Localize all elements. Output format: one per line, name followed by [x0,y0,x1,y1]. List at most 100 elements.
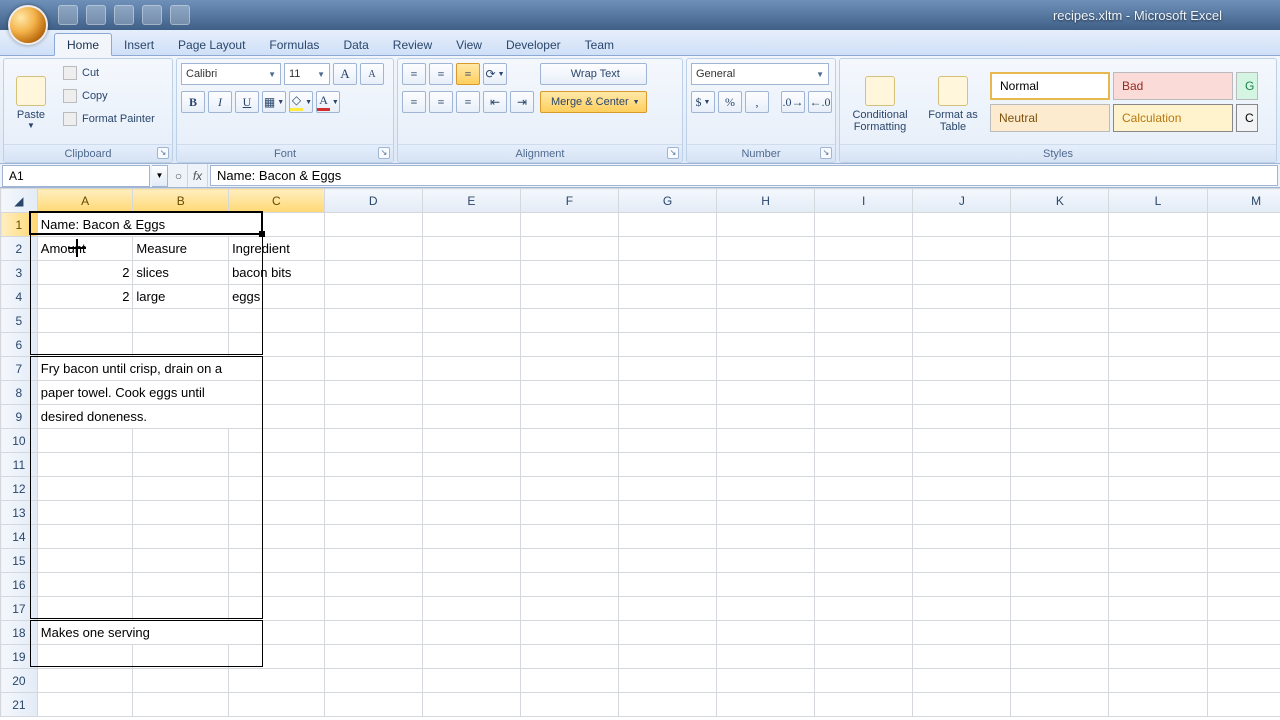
cell-L11[interactable] [1109,453,1207,477]
row-header-16[interactable]: 16 [1,573,38,597]
cell-I16[interactable] [815,573,913,597]
clipboard-launcher[interactable]: ↘ [157,147,169,159]
cell-J13[interactable] [913,501,1011,525]
cell-F5[interactable] [520,309,618,333]
cell-H2[interactable] [717,237,815,261]
cell-K19[interactable] [1011,645,1109,669]
cell-L2[interactable] [1109,237,1207,261]
cell-H10[interactable] [717,429,815,453]
cell-G3[interactable] [618,261,716,285]
tab-data[interactable]: Data [331,34,380,55]
cell-C13[interactable] [229,501,325,525]
cell-E3[interactable] [422,261,520,285]
row-header-17[interactable]: 17 [1,597,38,621]
cell-K5[interactable] [1011,309,1109,333]
cell-I17[interactable] [815,597,913,621]
cell-H7[interactable] [717,357,815,381]
cell-G17[interactable] [618,597,716,621]
cell-A19[interactable] [37,645,133,669]
cell-A12[interactable] [37,477,133,501]
row-header-15[interactable]: 15 [1,549,38,573]
tab-review[interactable]: Review [381,34,444,55]
col-header-G[interactable]: G [618,189,716,213]
cell-L14[interactable] [1109,525,1207,549]
cell-K3[interactable] [1011,261,1109,285]
cell-L3[interactable] [1109,261,1207,285]
cell-F11[interactable] [520,453,618,477]
cell-D5[interactable] [324,309,422,333]
cell-A4[interactable]: 2 [37,285,133,309]
cell-D8[interactable] [324,381,422,405]
cell-I13[interactable] [815,501,913,525]
cell-L15[interactable] [1109,549,1207,573]
cell-J20[interactable] [913,669,1011,693]
cell-E18[interactable] [422,621,520,645]
decrease-decimal-button[interactable]: ←.0 [808,91,832,113]
cell-K16[interactable] [1011,573,1109,597]
cell-D13[interactable] [324,501,422,525]
row-header-3[interactable]: 3 [1,261,38,285]
cell-J2[interactable] [913,237,1011,261]
cell-I9[interactable] [815,405,913,429]
qat-button[interactable] [170,5,190,25]
cell-E19[interactable] [422,645,520,669]
cell-L17[interactable] [1109,597,1207,621]
cell-L18[interactable] [1109,621,1207,645]
font-size-dropdown[interactable]: 11▼ [284,63,330,85]
cell-J14[interactable] [913,525,1011,549]
cell-K10[interactable] [1011,429,1109,453]
style-calculation[interactable]: Calculation [1113,104,1233,132]
col-header-E[interactable]: E [422,189,520,213]
row-header-8[interactable]: 8 [1,381,38,405]
cell-G16[interactable] [618,573,716,597]
cell-F1[interactable] [520,213,618,237]
cell-M6[interactable] [1207,333,1280,357]
cell-H16[interactable] [717,573,815,597]
qat-button[interactable] [142,5,162,25]
cell-I14[interactable] [815,525,913,549]
cell-E13[interactable] [422,501,520,525]
grow-font-button[interactable]: A [333,63,357,85]
cell-E10[interactable] [422,429,520,453]
font-color-button[interactable]: A▼ [316,91,340,113]
tab-developer[interactable]: Developer [494,34,573,55]
cell-H5[interactable] [717,309,815,333]
cell-K17[interactable] [1011,597,1109,621]
percent-button[interactable]: % [718,91,742,113]
cell-A15[interactable] [37,549,133,573]
cell-B19[interactable] [133,645,229,669]
worksheet-grid[interactable]: ◢ABCDEFGHIJKLMNOP1Name: Bacon & Eggs2Amo… [0,188,1280,720]
cell-A11[interactable] [37,453,133,477]
cell-B21[interactable] [133,693,229,717]
select-all-corner[interactable]: ◢ [1,189,38,213]
cell-G11[interactable] [618,453,716,477]
cell-D11[interactable] [324,453,422,477]
cell-J10[interactable] [913,429,1011,453]
tab-home[interactable]: Home [54,33,112,56]
cell-G19[interactable] [618,645,716,669]
cell-K7[interactable] [1011,357,1109,381]
row-header-4[interactable]: 4 [1,285,38,309]
row-header-14[interactable]: 14 [1,525,38,549]
cell-J21[interactable] [913,693,1011,717]
col-header-B[interactable]: B [133,189,229,213]
cell-C2[interactable]: Ingredient [229,237,325,261]
cell-F13[interactable] [520,501,618,525]
cell-E14[interactable] [422,525,520,549]
cell-D2[interactable] [324,237,422,261]
cell-A18[interactable]: Makes one serving [37,621,324,645]
tab-team[interactable]: Team [573,34,626,55]
bold-button[interactable]: B [181,91,205,113]
cell-M10[interactable] [1207,429,1280,453]
decrease-indent-button[interactable]: ⇤ [483,91,507,113]
cell-H14[interactable] [717,525,815,549]
style-bad[interactable]: Bad [1113,72,1233,100]
cell-I7[interactable] [815,357,913,381]
cell-D16[interactable] [324,573,422,597]
cell-C21[interactable] [229,693,325,717]
cell-D4[interactable] [324,285,422,309]
row-header-2[interactable]: 2 [1,237,38,261]
cell-K18[interactable] [1011,621,1109,645]
cell-I5[interactable] [815,309,913,333]
cell-C20[interactable] [229,669,325,693]
